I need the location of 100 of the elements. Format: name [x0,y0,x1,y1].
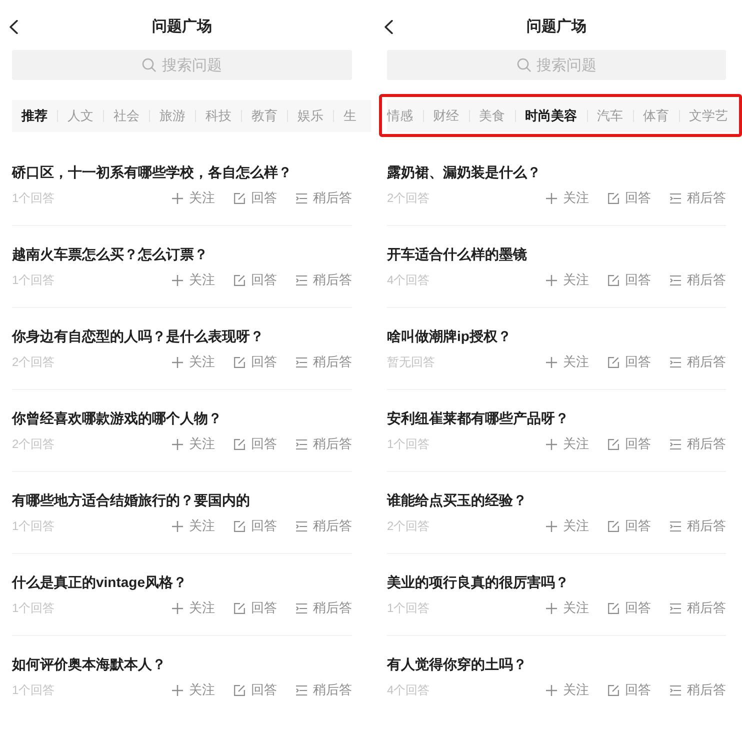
answer-later-button[interactable]: 稍后答 [296,517,352,535]
category-tab[interactable]: 文学艺 [680,107,738,125]
question-title[interactable]: 如何评价奥本海默本人？ [12,654,352,674]
edit-icon [234,520,245,532]
answer-later-button[interactable]: 稍后答 [670,271,726,289]
answer-later-button[interactable]: 稍后答 [296,681,352,699]
plus-icon [546,684,557,696]
search-icon [516,58,530,72]
answer-button[interactable]: 回答 [234,353,277,371]
plus-icon [546,438,557,450]
follow-button[interactable]: 关注 [172,681,215,699]
category-tab[interactable]: 科技 [196,107,241,125]
question-title[interactable]: 有哪些地方适合结婚旅行的？要国内的 [12,490,352,510]
plus-icon [546,356,557,368]
question-title[interactable]: 谁能给点买玉的经验？ [387,490,726,510]
answer-count: 暂无回答 [387,354,435,371]
answer-button[interactable]: 回答 [234,599,277,617]
follow-button[interactable]: 关注 [546,353,589,371]
answer-later-button[interactable]: 稍后答 [670,599,726,617]
question-title[interactable]: 什么是真正的vintage风格？ [12,572,352,592]
follow-button[interactable]: 关注 [546,435,589,453]
follow-button[interactable]: 关注 [546,599,589,617]
question-title[interactable]: 美业的项行良真的很厉害吗？ [387,572,726,592]
category-tab[interactable]: 娱乐 [288,107,333,125]
question-title[interactable]: 硚口区，十一初系有哪些学校，各自怎么样？ [12,162,352,182]
back-button[interactable] [9,20,18,34]
question-title[interactable]: 你身边有自恋型的人吗？是什么表现呀？ [12,326,352,346]
edit-icon [608,356,619,368]
question-title[interactable]: 露奶裙、漏奶装是什么？ [387,162,726,182]
follow-button[interactable]: 关注 [546,189,589,207]
answer-later-button[interactable]: 稍后答 [296,271,352,289]
follow-button[interactable]: 关注 [172,517,215,535]
answer-button[interactable]: 回答 [608,517,651,535]
answer-later-button[interactable]: 稍后答 [670,435,726,453]
category-tab[interactable]: 汽车 [588,107,632,125]
search-field[interactable]: 搜索问题 [12,50,352,80]
answer-button[interactable]: 回答 [234,271,277,289]
list-icon [670,438,681,450]
list-icon [296,684,307,696]
answer-button[interactable]: 回答 [234,435,277,453]
answer-button[interactable]: 回答 [608,435,651,453]
answer-button[interactable]: 回答 [608,271,651,289]
answer-later-button[interactable]: 稍后答 [670,189,726,207]
plus-icon [172,602,183,614]
category-tab[interactable]: 人文 [58,107,103,125]
edit-icon [234,356,245,368]
answer-later-button[interactable]: 稍后答 [296,435,352,453]
answer-later-button[interactable]: 稍后答 [670,517,726,535]
answer-button[interactable]: 回答 [608,681,651,699]
answer-button[interactable]: 回答 [608,189,651,207]
answer-button[interactable]: 回答 [234,517,277,535]
answer-later-button[interactable]: 稍后答 [670,353,726,371]
category-tab[interactable]: 生 [334,107,366,125]
question-title[interactable]: 啥叫做潮牌ip授权？ [387,326,726,346]
search-icon [142,58,156,72]
question-title[interactable]: 你曾经喜欢哪款游戏的哪个人物？ [12,408,352,428]
follow-button[interactable]: 关注 [172,353,215,371]
edit-icon [234,438,245,450]
plus-icon [172,192,183,204]
category-tab[interactable]: 推荐 [12,107,57,125]
question-title[interactable]: 开车适合什么样的墨镜 [387,244,726,264]
plus-icon [546,192,557,204]
edit-icon [234,192,245,204]
follow-button[interactable]: 关注 [172,599,215,617]
page-title: 问题广场 [152,16,212,37]
plus-icon [546,602,557,614]
answer-button[interactable]: 回答 [608,353,651,371]
category-tab[interactable]: 旅游 [150,107,195,125]
category-tab[interactable]: 体育 [634,107,678,125]
question-title[interactable]: 越南火车票怎么买？怎么订票？ [12,244,352,264]
category-tab[interactable]: 教育 [242,107,287,125]
category-tab[interactable]: 美食 [470,107,514,125]
back-button[interactable] [384,20,393,34]
answer-button[interactable]: 回答 [234,681,277,699]
follow-button[interactable]: 关注 [172,189,215,207]
follow-button[interactable]: 关注 [546,517,589,535]
answer-button[interactable]: 回答 [234,189,277,207]
answer-later-button[interactable]: 稍后答 [296,599,352,617]
category-tab[interactable]: 财经 [424,107,468,125]
follow-button[interactable]: 关注 [172,271,215,289]
edit-icon [234,684,245,696]
category-tab[interactable]: 社会 [104,107,149,125]
answer-later-button[interactable]: 稍后答 [670,681,726,699]
list-icon [296,520,307,532]
list-icon [670,520,681,532]
answer-button[interactable]: 回答 [608,599,651,617]
follow-button[interactable]: 关注 [546,681,589,699]
category-tab[interactable]: 情感 [387,107,422,125]
answer-count: 2个回答 [12,354,55,371]
answer-later-button[interactable]: 稍后答 [296,189,352,207]
follow-button[interactable]: 关注 [546,271,589,289]
follow-button[interactable]: 关注 [172,435,215,453]
edit-icon [608,520,619,532]
question-title[interactable]: 有人觉得你穿的土吗？ [387,654,726,674]
chevron-left-icon [9,20,18,34]
answer-later-button[interactable]: 稍后答 [296,353,352,371]
question-title[interactable]: 安利纽崔莱都有哪些产品呀？ [387,408,726,428]
list-icon [670,356,681,368]
search-field[interactable]: 搜索问题 [387,50,726,80]
category-tab[interactable]: 时尚美容 [516,107,586,125]
